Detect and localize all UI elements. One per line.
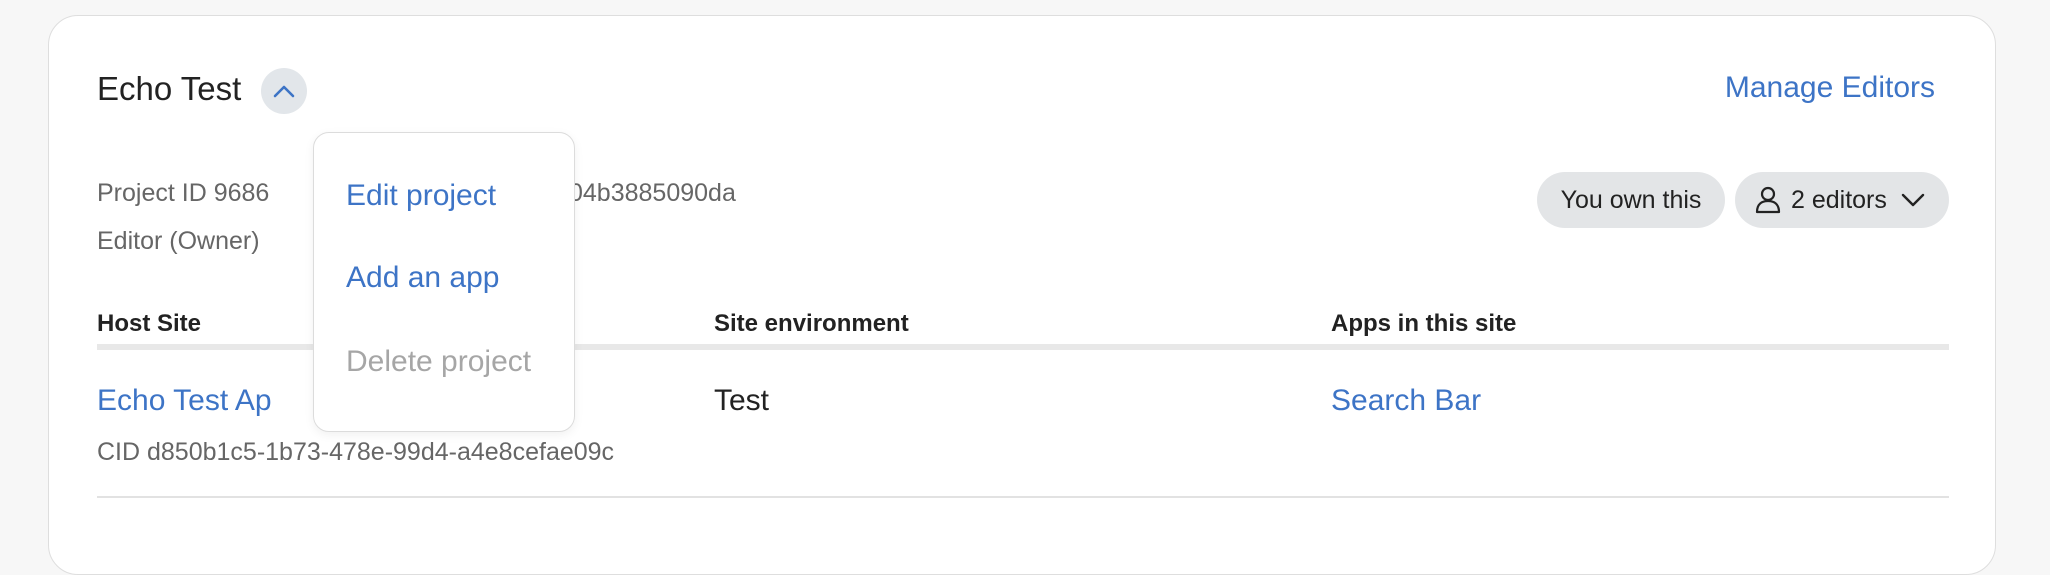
project-id-label: Project ID 9686: [97, 179, 270, 207]
manage-editors-link[interactable]: Manage Editors: [1725, 71, 1935, 105]
editors-count: 2 editors: [1791, 185, 1887, 214]
project-id-tail: 04b3885090da: [569, 179, 736, 207]
project-title: Echo Test: [97, 70, 242, 107]
ownership-badge-label: You own this: [1560, 185, 1702, 214]
project-menu-toggle[interactable]: [261, 68, 307, 114]
column-header-apps: Apps in this site: [1331, 310, 1517, 337]
column-header-site-environment: Site environment: [714, 310, 909, 337]
user-icon: [1755, 186, 1781, 214]
chevron-down-icon: [1901, 193, 1925, 207]
host-site-link[interactable]: Echo Test Ap: [97, 384, 272, 418]
role-label: Editor (Owner): [97, 227, 260, 255]
menu-item-edit-project[interactable]: Edit project: [346, 179, 496, 213]
project-actions-menu: Edit project Add an app Delete project: [313, 132, 575, 432]
app-link-search-bar[interactable]: Search Bar: [1331, 384, 1481, 418]
menu-item-add-app[interactable]: Add an app: [346, 261, 499, 295]
menu-item-delete-project: Delete project: [346, 345, 532, 378]
column-header-host-site: Host Site: [97, 310, 202, 337]
site-cid: CID d850b1c5-1b73-478e-99d4-a4e8cefae09c: [97, 438, 615, 466]
table-row-divider: [97, 496, 1949, 498]
site-environment-value: Test: [714, 384, 770, 417]
chevron-up-icon: [273, 85, 295, 98]
editors-dropdown[interactable]: 2 editors: [1735, 172, 1949, 228]
ownership-badge: You own this: [1537, 172, 1725, 228]
project-card: Echo Test Manage Editors Project ID 9686…: [48, 15, 1996, 575]
